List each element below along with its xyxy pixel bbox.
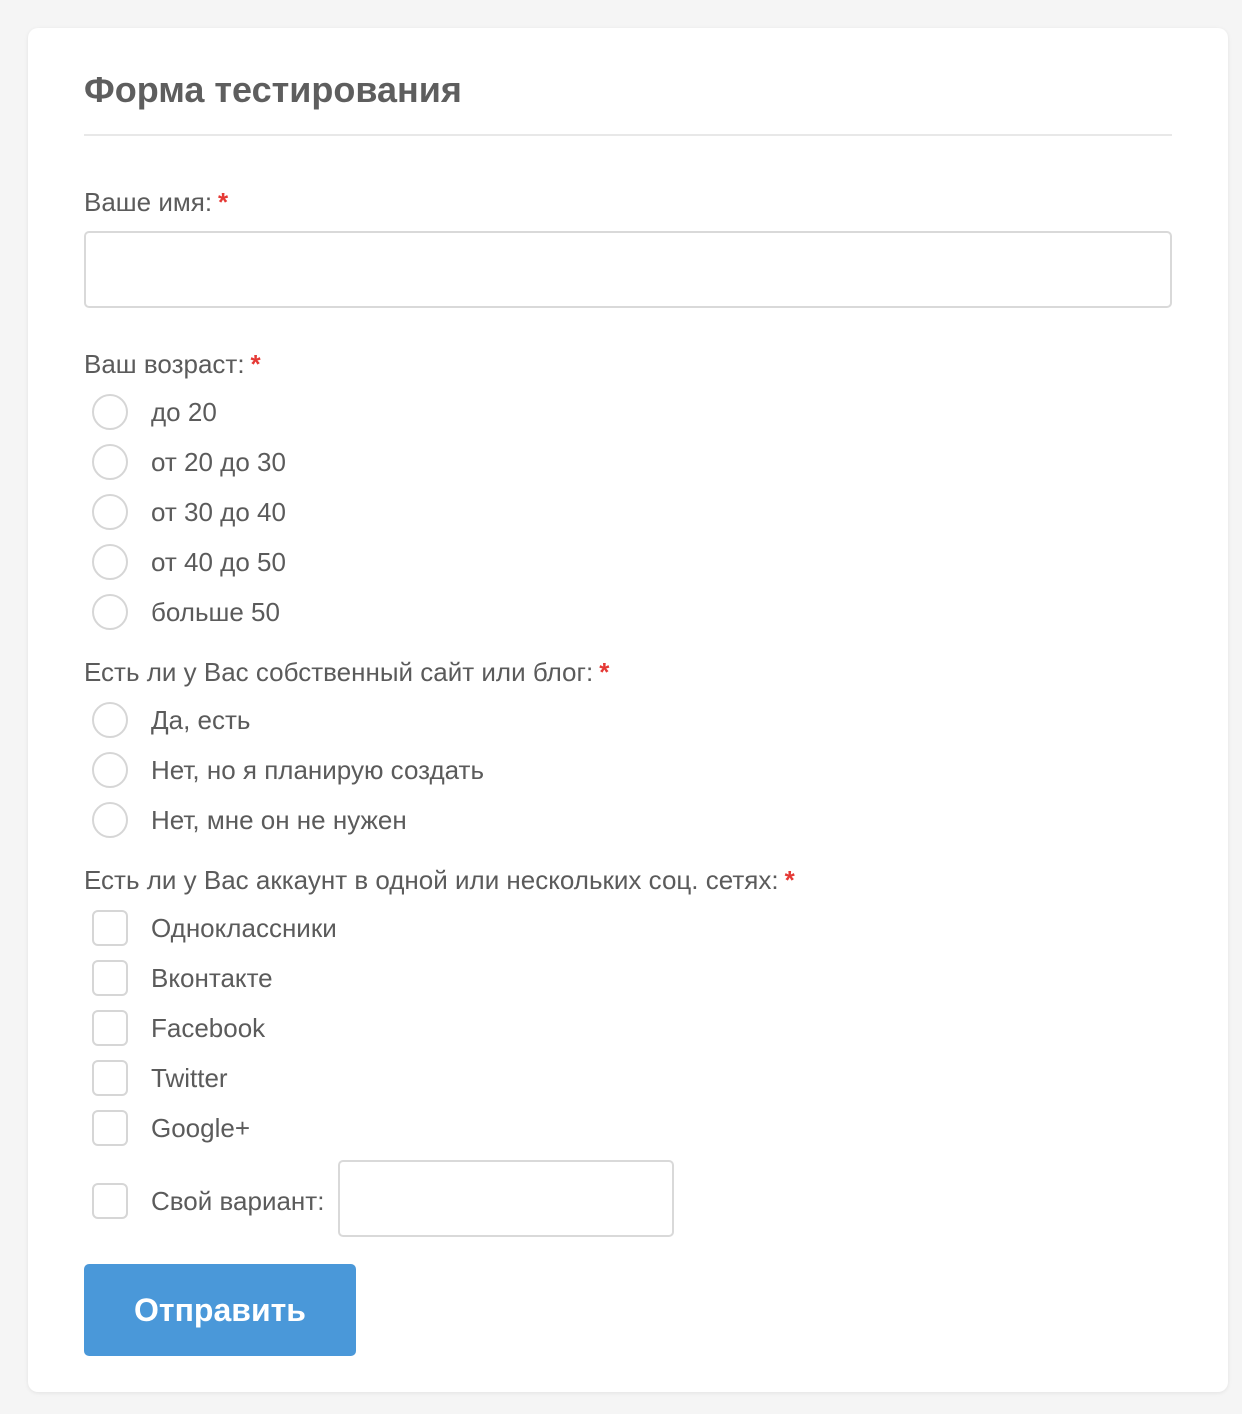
form-card: Форма тестирования Ваше имя: * Ваш возрас… [28, 28, 1228, 1392]
site-label-text: Есть ли у Вас собственный сайт или блог: [84, 657, 594, 687]
checkbox[interactable] [92, 1110, 128, 1146]
social-option-label: Twitter [151, 1063, 228, 1093]
social-option-label: Одноклассники [151, 913, 337, 943]
age-label: Ваш возраст: * [84, 348, 261, 380]
social-option-facebook[interactable]: Facebook [92, 1009, 265, 1047]
required-marker: * [218, 187, 229, 217]
checkbox[interactable] [92, 960, 128, 996]
site-option-0[interactable]: Да, есть [92, 701, 250, 739]
checkbox[interactable] [92, 1010, 128, 1046]
age-option-1[interactable]: от 20 до 30 [92, 443, 286, 481]
age-option-label: от 20 до 30 [151, 447, 286, 477]
checkbox[interactable] [92, 910, 128, 946]
name-input[interactable] [84, 231, 1172, 308]
radio-button[interactable] [92, 544, 128, 580]
social-label-text: Есть ли у Вас аккаунт в одной или нескол… [84, 865, 779, 895]
site-option-2[interactable]: Нет, мне он не нужен [92, 801, 407, 839]
age-option-3[interactable]: от 40 до 50 [92, 543, 286, 581]
social-option-google-plus[interactable]: Google+ [92, 1109, 250, 1147]
age-option-0[interactable]: до 20 [92, 393, 217, 431]
site-label: Есть ли у Вас собственный сайт или блог:… [84, 656, 609, 688]
radio-button[interactable] [92, 594, 128, 630]
other-option-input[interactable] [338, 1160, 674, 1237]
site-option-label: Нет, но я планирую создать [151, 755, 484, 785]
name-label: Ваше имя: * [84, 186, 228, 218]
checkbox[interactable] [92, 1060, 128, 1096]
radio-button[interactable] [92, 444, 128, 480]
social-option-odnoklassniki[interactable]: Одноклассники [92, 909, 337, 947]
radio-button[interactable] [92, 752, 128, 788]
age-label-text: Ваш возраст: [84, 349, 245, 379]
name-label-text: Ваше имя: [84, 187, 213, 217]
site-option-1[interactable]: Нет, но я планирую создать [92, 751, 484, 789]
required-marker: * [599, 657, 610, 687]
radio-button[interactable] [92, 702, 128, 738]
social-option-label: Google+ [151, 1113, 251, 1143]
social-option-other[interactable]: Свой вариант: [92, 1182, 324, 1220]
radio-button[interactable] [92, 802, 128, 838]
age-option-label: от 40 до 50 [151, 547, 286, 577]
required-marker: * [784, 865, 795, 895]
site-option-label: Да, есть [151, 705, 251, 735]
radio-button[interactable] [92, 494, 128, 530]
age-option-2[interactable]: от 30 до 40 [92, 493, 286, 531]
social-option-label: Facebook [151, 1013, 266, 1043]
social-option-label: Вконтакте [151, 963, 273, 993]
title-divider [84, 134, 1172, 136]
social-option-vkontakte[interactable]: Вконтакте [92, 959, 273, 997]
radio-button[interactable] [92, 394, 128, 430]
site-option-label: Нет, мне он не нужен [151, 805, 407, 835]
submit-button[interactable]: Отправить [84, 1264, 356, 1356]
age-option-label: до 20 [151, 397, 217, 427]
social-label: Есть ли у Вас аккаунт в одной или нескол… [84, 864, 795, 896]
required-marker: * [250, 349, 261, 379]
social-option-twitter[interactable]: Twitter [92, 1059, 228, 1097]
checkbox[interactable] [92, 1183, 128, 1219]
age-option-label: больше 50 [151, 597, 280, 627]
age-option-label: от 30 до 40 [151, 497, 286, 527]
age-option-4[interactable]: больше 50 [92, 593, 280, 631]
form-title: Форма тестирования [84, 69, 462, 110]
other-option-label: Свой вариант: [151, 1186, 325, 1216]
